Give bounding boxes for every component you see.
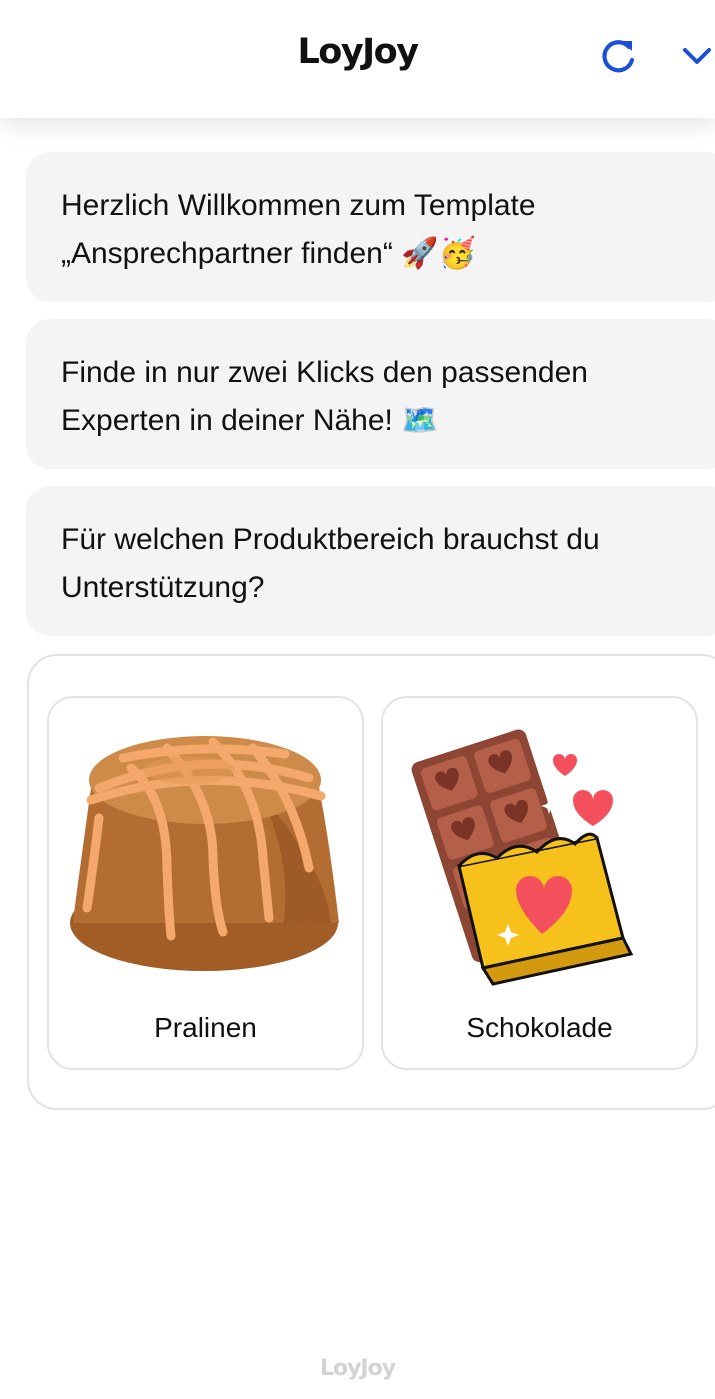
choice-card-schokolade[interactable]: Schokolade bbox=[381, 696, 698, 1070]
refresh-icon bbox=[602, 40, 635, 73]
choice-label: Schokolade bbox=[466, 1012, 613, 1043]
choice-label: Pralinen bbox=[154, 1012, 257, 1043]
bot-message-welcome: Herzlich Willkommen zum Template „Anspre… bbox=[26, 152, 715, 302]
message-line: Unterstützung? bbox=[61, 571, 265, 604]
bot-message-question: Für welchen Produktbereich brauchst du U… bbox=[26, 486, 715, 636]
footer-brand: LoyJoy bbox=[319, 1356, 396, 1381]
message-line: Finde in nur zwei Klicks den passenden bbox=[61, 356, 588, 389]
bot-message-intro: Finde in nur zwei Klicks den passenden E… bbox=[26, 319, 715, 469]
collapse-button[interactable] bbox=[680, 40, 714, 74]
message-line: Herzlich Willkommen zum Template bbox=[61, 189, 536, 222]
message-line: Für welchen Produktbereich brauchst du bbox=[61, 523, 600, 556]
message-line: „Ansprechpartner finden“ 🚀🥳 bbox=[61, 237, 476, 270]
praline-icon bbox=[70, 736, 339, 971]
chocolate-bar-icon bbox=[411, 729, 634, 986]
chat-header: LoyJoy bbox=[0, 0, 715, 118]
choice-card-pralinen[interactable]: Pralinen bbox=[47, 696, 364, 1070]
message-line: Experten in deiner Nähe! 🗺️ bbox=[61, 404, 439, 437]
chevron-down-icon bbox=[683, 48, 711, 64]
choice-container: Pralinen Schokolade bbox=[27, 654, 715, 1110]
restart-button[interactable] bbox=[598, 36, 638, 76]
